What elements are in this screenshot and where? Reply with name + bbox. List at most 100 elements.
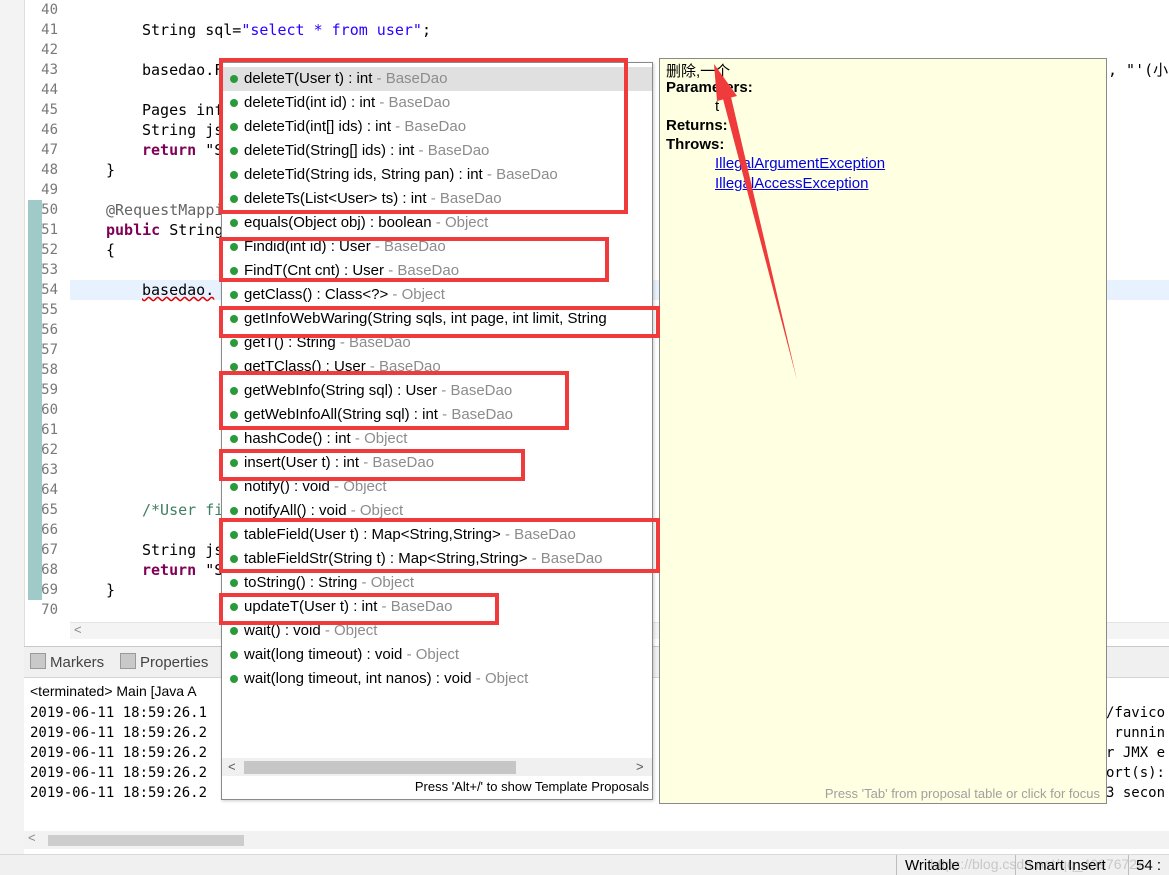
status-cursor-position: 54 : bbox=[1136, 857, 1162, 874]
code-line-47[interactable]: return "S bbox=[142, 140, 223, 160]
public-method-icon bbox=[230, 195, 238, 203]
code-line-52[interactable]: { bbox=[106, 240, 115, 260]
proposal-signature: FindT(Cnt cnt) : User - BaseDao bbox=[244, 262, 460, 279]
proposal-signature: wait(long timeout) : void - Object bbox=[244, 646, 460, 663]
code-line-68[interactable]: return "S bbox=[142, 560, 223, 580]
proposal-declaring-type: - BaseDao bbox=[391, 118, 467, 135]
proposal-declaring-type: - Object bbox=[431, 214, 489, 231]
scroll-left-arrow-icon[interactable]: < bbox=[28, 830, 36, 845]
link-illegal-access-exception[interactable]: IllegalAccessException bbox=[715, 175, 868, 192]
proposal-signature: wait(long timeout, int nanos) : void - O… bbox=[244, 670, 529, 687]
proposal-declaring-type: - Object bbox=[402, 646, 460, 663]
console-horizontal-scrollbar[interactable]: < bbox=[24, 830, 1169, 849]
proposal-item[interactable]: getInfoWebWaring(String sqls, int page, … bbox=[222, 307, 652, 331]
proposal-signature: getTClass() : User - BaseDao bbox=[244, 358, 441, 375]
line-number: 62 bbox=[41, 442, 58, 458]
code-line-45[interactable]: Pages inf bbox=[142, 100, 223, 120]
proposal-item[interactable]: tableField(User t) : Map<String,String> … bbox=[222, 523, 652, 547]
console-log-tail: ort(s): bbox=[1105, 765, 1165, 781]
proposal-item[interactable]: getT() : String - BaseDao bbox=[222, 331, 652, 355]
public-method-icon bbox=[230, 483, 238, 491]
proposal-item[interactable]: deleteTid(String ids, String pan) : int … bbox=[222, 163, 652, 187]
line-number: 46 bbox=[41, 122, 58, 138]
proposal-item[interactable]: FindT(Cnt cnt) : User - BaseDao bbox=[222, 259, 652, 283]
proposal-item[interactable]: notify() : void - Object bbox=[222, 475, 652, 499]
public-method-icon bbox=[230, 339, 238, 347]
code-line-51[interactable]: public String bbox=[106, 220, 223, 240]
scroll-left-arrow-icon[interactable]: < bbox=[74, 622, 82, 637]
scroll-left-arrow-icon[interactable]: < bbox=[228, 758, 236, 776]
line-number: 69 bbox=[41, 582, 58, 598]
proposal-signature: getInfoWebWaring(String sqls, int page, … bbox=[244, 310, 607, 327]
proposal-signature: tableFieldStr(String t) : Map<String,Str… bbox=[244, 550, 603, 567]
code-line-67[interactable]: String js bbox=[142, 540, 223, 560]
proposal-declaring-type: - BaseDao bbox=[482, 166, 558, 183]
doc-summary: 删除,一个 bbox=[666, 63, 731, 80]
proposal-item[interactable]: getClass() : Class<?> - Object bbox=[222, 283, 652, 307]
proposal-item[interactable]: wait() : void - Object bbox=[222, 619, 652, 643]
proposal-item[interactable]: wait(long timeout) : void - Object bbox=[222, 643, 652, 667]
proposal-horizontal-scrollbar[interactable]: < > bbox=[222, 758, 652, 776]
scroll-right-arrow-icon[interactable]: > bbox=[636, 758, 644, 776]
code-line-69[interactable]: } bbox=[106, 580, 115, 600]
proposal-item[interactable]: deleteTs(List<User> ts) : int - BaseDao bbox=[222, 187, 652, 211]
proposal-item[interactable]: getTClass() : User - BaseDao bbox=[222, 355, 652, 379]
proposal-signature: getWebInfoAll(String sql) : int - BaseDa… bbox=[244, 406, 514, 423]
proposal-signature: hashCode() : int - Object bbox=[244, 430, 408, 447]
line-number: 68 bbox=[41, 562, 58, 578]
console-log-line: 2019-06-11 18:59:26.2 bbox=[30, 765, 208, 781]
status-separator bbox=[896, 855, 897, 875]
proposal-item[interactable]: Findid(int id) : User - BaseDao bbox=[222, 235, 652, 259]
proposal-item[interactable]: deleteTid(int id) : int - BaseDao bbox=[222, 91, 652, 115]
doc-parameters-label: Parameters: bbox=[666, 79, 753, 96]
proposal-signature: notify() : void - Object bbox=[244, 478, 387, 495]
proposal-item[interactable]: deleteTid(int[] ids) : int - BaseDao bbox=[222, 115, 652, 139]
line-number: 66 bbox=[41, 522, 58, 538]
doc-returns-label: Returns: bbox=[666, 117, 728, 134]
status-separator bbox=[1128, 855, 1129, 875]
code-line-41[interactable]: String sql="select * from user"; bbox=[142, 20, 431, 40]
code-line-50[interactable]: @RequestMappi bbox=[106, 200, 223, 220]
proposal-declaring-type: - Object bbox=[357, 574, 415, 591]
code-line-43[interactable]: basedao.F bbox=[142, 60, 223, 80]
proposal-item[interactable]: getWebInfoAll(String sql) : int - BaseDa… bbox=[222, 403, 652, 427]
code-line-48[interactable]: } bbox=[106, 160, 115, 180]
proposal-item[interactable]: insert(User t) : int - BaseDao bbox=[222, 451, 652, 475]
proposal-item[interactable]: tableFieldStr(String t) : Map<String,Str… bbox=[222, 547, 652, 571]
proposal-item[interactable]: wait(long timeout, int nanos) : void - O… bbox=[222, 667, 652, 691]
line-number: 61 bbox=[41, 422, 58, 438]
console-log-tail: 03 secon bbox=[1097, 785, 1165, 801]
proposal-item[interactable]: deleteTid(String[] ids) : int - BaseDao bbox=[222, 139, 652, 163]
proposal-signature: deleteTid(int[] ids) : int - BaseDao bbox=[244, 118, 467, 135]
console-scroll-thumb[interactable] bbox=[48, 835, 244, 846]
proposal-declaring-type: - BaseDao bbox=[335, 334, 411, 351]
tab-properties[interactable]: Properties bbox=[120, 653, 208, 671]
proposal-item[interactable]: updateT(User t) : int - BaseDao bbox=[222, 595, 652, 619]
content-assist-popup[interactable]: deleteT(User t) : int - BaseDao deleteTid… bbox=[221, 62, 653, 800]
proposal-item[interactable]: equals(Object obj) : boolean - Object bbox=[222, 211, 652, 235]
proposal-scroll-thumb[interactable] bbox=[244, 761, 516, 774]
line-number: 56 bbox=[41, 322, 58, 338]
public-method-icon bbox=[230, 219, 238, 227]
tab-markers[interactable]: Markers bbox=[30, 653, 104, 671]
proposal-item[interactable]: toString() : String - Object bbox=[222, 571, 652, 595]
proposal-signature: wait() : void - Object bbox=[244, 622, 378, 639]
javadoc-hover[interactable]: 删除,一个 Parameters: t Returns: Throws: Ill… bbox=[659, 58, 1107, 804]
proposal-item[interactable]: notifyAll() : void - Object bbox=[222, 499, 652, 523]
console-log-tail: or JMX e bbox=[1097, 745, 1165, 761]
proposal-item[interactable]: getWebInfo(String sql) : User - BaseDao bbox=[222, 379, 652, 403]
public-method-icon bbox=[230, 579, 238, 587]
line-number: 67 bbox=[41, 542, 58, 558]
proposal-item[interactable]: deleteT(User t) : int - BaseDao bbox=[222, 67, 652, 91]
proposal-item[interactable]: hashCode() : int - Object bbox=[222, 427, 652, 451]
public-method-icon bbox=[230, 243, 238, 251]
line-number: 63 bbox=[41, 462, 58, 478]
console-status: <terminated> Main [Java A bbox=[30, 683, 197, 699]
code-line-54[interactable]: basedao. bbox=[142, 280, 214, 300]
code-line-46[interactable]: String js bbox=[142, 120, 223, 140]
public-method-icon bbox=[230, 123, 238, 131]
markers-icon bbox=[30, 653, 46, 669]
code-line-65[interactable]: /*User fi bbox=[142, 500, 223, 520]
template-proposals-hint: Press 'Alt+/' to show Template Proposals bbox=[414, 779, 649, 794]
link-illegal-argument-exception[interactable]: IllegalArgumentException bbox=[715, 155, 885, 172]
